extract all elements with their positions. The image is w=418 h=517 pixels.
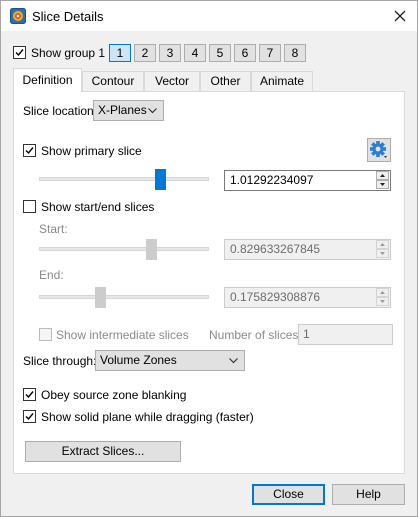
show-group-label: Show group 1 bbox=[31, 46, 106, 60]
tab-contour[interactable]: Contour bbox=[82, 71, 144, 91]
group-button-8[interactable]: 8 bbox=[284, 44, 306, 62]
spin-up-button[interactable] bbox=[376, 171, 389, 180]
end-slice-value: 0.175829308876 bbox=[230, 290, 321, 304]
close-button[interactable]: Close bbox=[252, 484, 325, 505]
gear-icon bbox=[370, 141, 387, 158]
start-slice-track bbox=[39, 247, 209, 251]
slice-location-value: X-Planes bbox=[98, 103, 147, 117]
end-slice-value-field[interactable]: 0.175829308876 bbox=[224, 287, 391, 308]
end-label: End: bbox=[39, 268, 64, 282]
end-slice-slider-thumb[interactable] bbox=[94, 287, 106, 308]
group-button-7[interactable]: 7 bbox=[259, 44, 281, 62]
group-button-2[interactable]: 2 bbox=[134, 44, 156, 62]
spin-down-button[interactable] bbox=[376, 297, 389, 306]
extract-slices-button[interactable]: Extract Slices... bbox=[25, 441, 181, 462]
show-intermediate-label: Show intermediate slices bbox=[56, 328, 189, 342]
help-button[interactable]: Help bbox=[332, 484, 405, 505]
show-start-end-checkbox[interactable] bbox=[23, 200, 36, 213]
group-button-3[interactable]: 3 bbox=[159, 44, 181, 62]
show-start-end-label: Show start/end slices bbox=[41, 200, 155, 214]
number-of-slices-value: 1 bbox=[303, 327, 310, 341]
end-slice-track bbox=[39, 295, 209, 299]
slice-through-value: Volume Zones bbox=[100, 353, 177, 367]
slice-through-dropdown[interactable]: Volume Zones bbox=[95, 350, 245, 371]
primary-slice-slider-thumb[interactable] bbox=[155, 169, 167, 190]
obey-blanking-checkbox[interactable] bbox=[23, 388, 36, 401]
show-primary-slice-label: Show primary slice bbox=[41, 144, 142, 158]
slice-details-dialog: Slice Details Show group 1 1 2 3 4 5 6 7… bbox=[0, 0, 418, 517]
close-icon[interactable] bbox=[389, 5, 411, 27]
group-button-1[interactable]: 1 bbox=[109, 44, 131, 62]
settings-button[interactable] bbox=[367, 138, 391, 162]
start-slice-value: 0.829633267845 bbox=[230, 242, 321, 256]
primary-slice-value: 1.01292234097 bbox=[230, 173, 314, 187]
tab-vector[interactable]: Vector bbox=[144, 71, 200, 91]
group-button-4[interactable]: 4 bbox=[184, 44, 206, 62]
number-of-slices-field[interactable]: 1 bbox=[298, 324, 393, 345]
show-intermediate-checkbox[interactable] bbox=[39, 328, 52, 341]
spin-down-button[interactable] bbox=[376, 180, 389, 189]
window-title: Slice Details bbox=[32, 9, 104, 24]
tab-other[interactable]: Other bbox=[200, 71, 251, 91]
tab-animate[interactable]: Animate bbox=[251, 71, 313, 91]
number-of-slices-label: Number of slices: bbox=[209, 328, 302, 342]
group-button-5[interactable]: 5 bbox=[209, 44, 231, 62]
app-icon bbox=[10, 8, 26, 24]
group-button-6[interactable]: 6 bbox=[234, 44, 256, 62]
slice-location-dropdown[interactable]: X-Planes bbox=[93, 100, 164, 121]
start-slice-slider-thumb[interactable] bbox=[145, 239, 157, 260]
primary-slice-track bbox=[39, 177, 209, 181]
slice-through-label: Slice through: bbox=[23, 354, 97, 368]
chevron-down-icon bbox=[229, 358, 238, 364]
spin-down-button[interactable] bbox=[376, 249, 389, 258]
start-label: Start: bbox=[39, 222, 68, 236]
obey-blanking-label: Obey source zone blanking bbox=[41, 388, 187, 402]
title-bar: Slice Details bbox=[1, 1, 417, 31]
show-primary-slice-checkbox[interactable] bbox=[23, 144, 36, 157]
chevron-down-icon bbox=[148, 108, 157, 114]
spin-up-button[interactable] bbox=[376, 288, 389, 297]
show-group-checkbox[interactable] bbox=[13, 46, 26, 59]
tab-definition[interactable]: Definition bbox=[13, 68, 82, 92]
solid-plane-label: Show solid plane while dragging (faster) bbox=[41, 410, 254, 424]
spin-up-button[interactable] bbox=[376, 240, 389, 249]
solid-plane-checkbox[interactable] bbox=[23, 410, 36, 423]
slice-location-label: Slice location: bbox=[23, 104, 98, 118]
start-slice-value-field[interactable]: 0.829633267845 bbox=[224, 239, 391, 260]
primary-slice-value-field[interactable]: 1.01292234097 bbox=[224, 170, 391, 191]
